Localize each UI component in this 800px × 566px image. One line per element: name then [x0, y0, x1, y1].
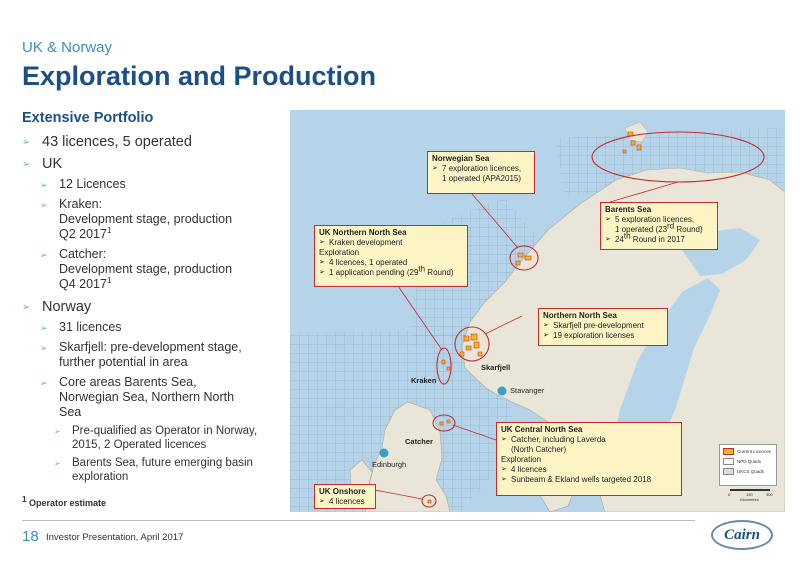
arrow-bullet-icon: ➢: [22, 137, 31, 148]
cairn-logo: Cairn: [711, 520, 773, 550]
place-kraken: Kraken: [411, 376, 437, 385]
callout-uk-northern-north-sea: UK Northern North Sea Kraken development…: [314, 225, 468, 287]
callout-barents-sea: Barents Sea 5 exploration licences, 1 op…: [600, 202, 718, 250]
bullet-prequalified: ➢ Pre-qualified as Operator in Norway, 201…: [54, 425, 258, 451]
place-catcher: Catcher: [405, 437, 433, 446]
arrow-bullet-icon: ➢: [40, 200, 48, 210]
legend-swatch-ukcs: [723, 468, 734, 475]
callout-uk-central-north-sea: UK Central North Sea Catcher, including …: [496, 422, 682, 496]
arrow-bullet-icon: ➢: [40, 378, 48, 388]
arrow-bullet-icon: ➢: [54, 459, 61, 468]
footer-divider: [22, 520, 695, 521]
page-title: Exploration and Production: [22, 61, 377, 91]
bullet-kraken: ➢ Kraken: Development stage, production Q2 …: [40, 197, 233, 241]
bullet-norway: ➢ Norway: [22, 299, 92, 315]
arrow-bullet-icon: ➢: [54, 427, 61, 436]
bullet-uk-licences: ➢ 12 Licences: [40, 177, 126, 191]
legend-swatch-npd: [723, 458, 734, 465]
arrow-bullet-icon: ➢: [40, 323, 48, 333]
bullet-core-areas: ➢ Core areas Barents Sea, Norwegian Sea, N…: [40, 375, 235, 419]
legend-swatch-licence: [723, 448, 734, 455]
arrow-bullet-icon: ➢: [40, 250, 48, 260]
arrow-bullet-icon: ➢: [22, 302, 31, 313]
bullet-barents: ➢ Barents Sea, future emerging basin explo…: [54, 457, 253, 483]
callout-norwegian-sea: Norwegian Sea 7 exploration licences, 1 …: [427, 151, 535, 194]
stavanger-marker: [497, 386, 507, 396]
section-label: UK & Norway: [22, 39, 113, 56]
bullet-skarfjell: ➢ Skarfjell: pre-development stage, furthe…: [40, 340, 242, 369]
place-edinburgh: Edinburgh: [372, 460, 407, 469]
callout-uk-onshore: UK Onshore 4 licences: [314, 484, 376, 509]
bullet-licences: ➢ 43 licences, 5 operated: [22, 134, 192, 150]
arrow-bullet-icon: ➢: [22, 159, 31, 170]
bullet-uk: ➢ UK: [22, 156, 63, 172]
edinburgh-marker: [379, 448, 389, 458]
page-number: 18: [22, 528, 39, 545]
bullet-norway-licences: ➢ 31 licences: [40, 320, 122, 334]
portfolio-heading: Extensive Portfolio: [22, 110, 154, 126]
arrow-bullet-icon: ➢: [40, 180, 48, 190]
portfolio-panel: Extensive Portfolio ➢ 43 licences, 5 oper…: [22, 110, 284, 489]
place-skarfjell: Skarfjell: [481, 363, 511, 372]
footer-text: Investor Presentation, April 2017: [46, 532, 184, 543]
map-scale-bar: 0 150 300 Kilometres: [728, 489, 776, 502]
bullet-catcher: ➢ Catcher: Development stage, production Q4…: [40, 247, 233, 291]
map-legend: Current Licences NPD Quads UKCS Quads: [719, 444, 777, 486]
place-stavanger: Stavanger: [510, 386, 545, 395]
callout-northern-north-sea: Northern North Sea Skarfjell pre-develop…: [538, 308, 668, 346]
exploration-map: Norwegian Sea 7 exploration licences, 1 …: [290, 110, 785, 512]
footnote: 1 Operator estimate: [22, 495, 106, 509]
arrow-bullet-icon: ➢: [40, 343, 48, 353]
